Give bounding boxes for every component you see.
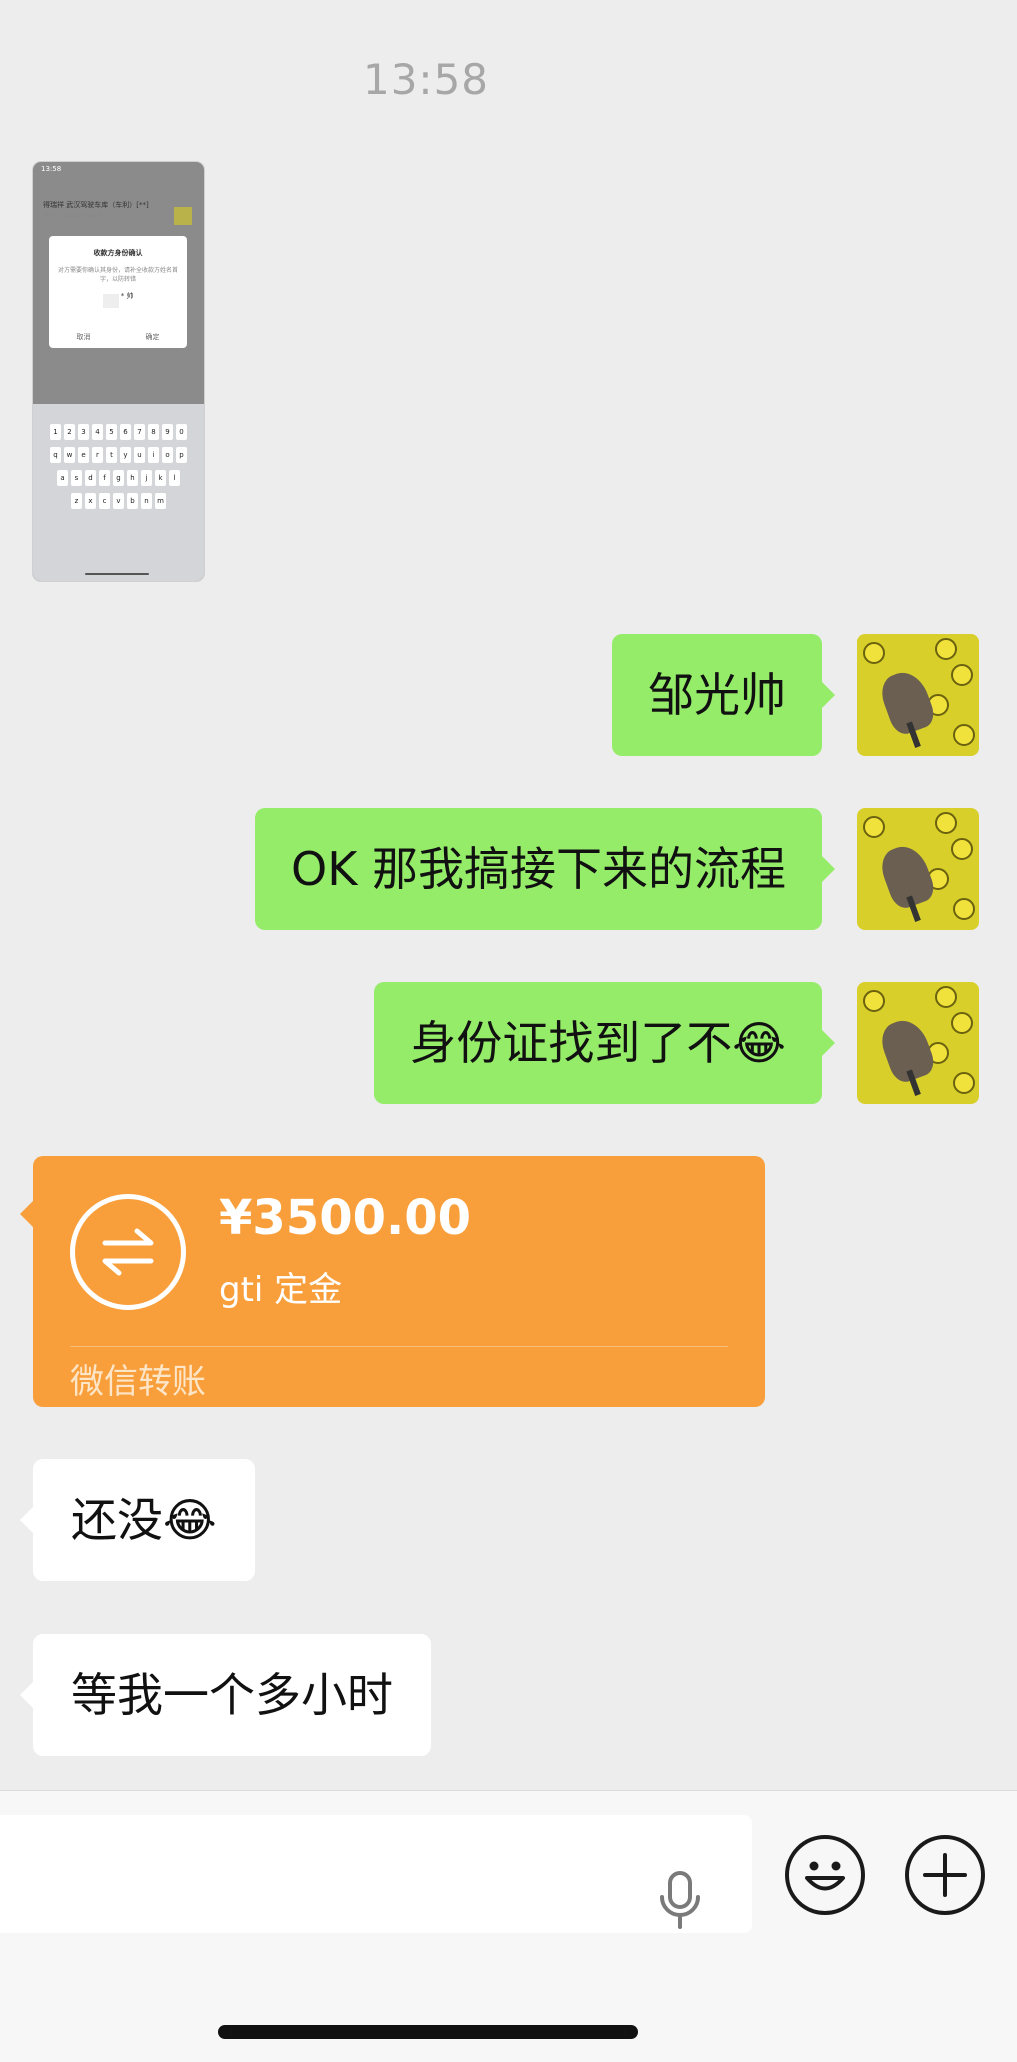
thumb-header-line1: 得瑞祥 武汉驾驶车库（车利）[**] — [43, 201, 149, 209]
thumb-keyboard: 1234567890 qwertyuiop asdfghjkl zxcvbnm — [33, 404, 204, 581]
kb-key: x — [85, 493, 96, 509]
timestamp: 13:58 — [362, 55, 490, 104]
plus-icon[interactable] — [905, 1835, 985, 1915]
avatar-figure — [876, 666, 938, 738]
avatar-smiley — [951, 838, 973, 860]
kb-key: i — [148, 447, 159, 463]
kb-key: a — [57, 470, 68, 486]
message-bubble-self[interactable]: 邹光帅 — [612, 634, 835, 756]
avatar-figure — [876, 1014, 938, 1086]
image-message-screenshot[interactable]: 13:58 得瑞祥 武汉驾驶车库（车利）[**] 账号：xxxxxxxxx 收款… — [33, 162, 204, 581]
kb-key: 0 — [176, 424, 187, 440]
avatar-smiley — [935, 986, 957, 1008]
message-input[interactable] — [0, 1815, 752, 1933]
kb-key: s — [71, 470, 82, 486]
kb-key: j — [141, 470, 152, 486]
kb-key: g — [113, 470, 124, 486]
avatar-smiley — [951, 1012, 973, 1034]
kb-key: p — [176, 447, 187, 463]
avatar-self[interactable] — [857, 982, 979, 1104]
input-bar — [0, 1790, 1017, 2062]
kb-key: 7 — [134, 424, 145, 440]
emoji-icon[interactable] — [785, 1835, 865, 1915]
kb-key: 5 — [106, 424, 117, 440]
avatar-smiley — [863, 816, 885, 838]
kb-key: b — [127, 493, 138, 509]
kb-key: h — [127, 470, 138, 486]
kb-key: l — [169, 470, 180, 486]
thumb-dialog-title: 收款方身份确认 — [93, 249, 143, 257]
kb-key: k — [155, 470, 166, 486]
message-bubble-other[interactable]: 还没😂 — [20, 1459, 255, 1581]
kb-key: z — [71, 493, 82, 509]
avatar-smiley — [951, 664, 973, 686]
message-bubble-other[interactable]: 等我一个多小时 — [20, 1634, 431, 1756]
kb-row-1: 1234567890 — [33, 424, 204, 440]
kb-key: v — [113, 493, 124, 509]
avatar-smiley — [863, 642, 885, 664]
kb-key: y — [120, 447, 131, 463]
kb-key: n — [141, 493, 152, 509]
kb-key: 2 — [64, 424, 75, 440]
avatar-smiley — [863, 990, 885, 1012]
avatar-smiley — [953, 898, 975, 920]
avatar-self[interactable] — [857, 808, 979, 930]
kb-row-3: asdfghjkl — [33, 470, 204, 486]
kb-key: r — [92, 447, 103, 463]
kb-key: u — [134, 447, 145, 463]
thumb-dialog-char: 帅 — [126, 292, 134, 300]
transfer-label: 微信转账 — [70, 1362, 206, 1402]
avatar-self[interactable] — [857, 634, 979, 756]
thumb-dialog-cancel: 取消 — [76, 333, 91, 341]
kb-key: d — [85, 470, 96, 486]
kb-key: 1 — [50, 424, 61, 440]
kb-key: o — [162, 447, 173, 463]
transfer-divider — [70, 1346, 728, 1347]
kb-key: f — [99, 470, 110, 486]
kb-row-2: qwertyuiop — [33, 447, 204, 463]
thumb-dialog: 收款方身份确认 对方需要你确认其身份，请补全收款方姓名首字，以防转错 * 帅 取… — [49, 236, 187, 348]
avatar-figure — [876, 840, 938, 912]
kb-key: m — [155, 493, 166, 509]
avatar-smiley — [953, 1072, 975, 1094]
kb-key: q — [50, 447, 61, 463]
avatar-smiley — [935, 812, 957, 834]
thumb-dialog-ok: 确定 — [145, 333, 160, 341]
transfer-icon — [70, 1194, 186, 1310]
thumb-home-bar — [85, 573, 149, 575]
kb-key: e — [78, 447, 89, 463]
thumb-dialog-inputbox — [102, 294, 119, 308]
kb-key: t — [106, 447, 117, 463]
home-indicator — [218, 2025, 638, 2039]
thumb-header: 得瑞祥 武汉驾驶车库（车利）[**] 账号：xxxxxxxxx — [43, 200, 149, 220]
transfer-amount: ¥3500.00 — [219, 1190, 472, 1246]
thumb-status-time: 13:58 — [41, 165, 62, 173]
transfer-message-card[interactable]: ¥3500.00 gti 定金 微信转账 — [20, 1156, 765, 1407]
microphone-icon[interactable] — [658, 1871, 702, 1931]
transfer-note: gti 定金 — [219, 1270, 343, 1310]
kb-key: 3 — [78, 424, 89, 440]
kb-key: w — [64, 447, 75, 463]
thumb-avatar — [174, 207, 192, 225]
kb-key: 4 — [92, 424, 103, 440]
kb-key: 9 — [162, 424, 173, 440]
thumb-header-line2: 账号：xxxxxxxxx — [43, 211, 102, 219]
kb-row-4: zxcvbnm — [33, 493, 204, 509]
kb-key: c — [99, 493, 110, 509]
avatar-smiley — [935, 638, 957, 660]
message-bubble-self[interactable]: 身份证找到了不😂 — [374, 982, 835, 1104]
avatar-smiley — [953, 724, 975, 746]
kb-key: 8 — [148, 424, 159, 440]
kb-key: 6 — [120, 424, 131, 440]
message-bubble-self[interactable]: OK 那我搞接下来的流程 — [255, 808, 835, 930]
thumb-dialog-desc: 对方需要你确认其身份，请补全收款方姓名首字，以防转错 — [57, 267, 178, 283]
